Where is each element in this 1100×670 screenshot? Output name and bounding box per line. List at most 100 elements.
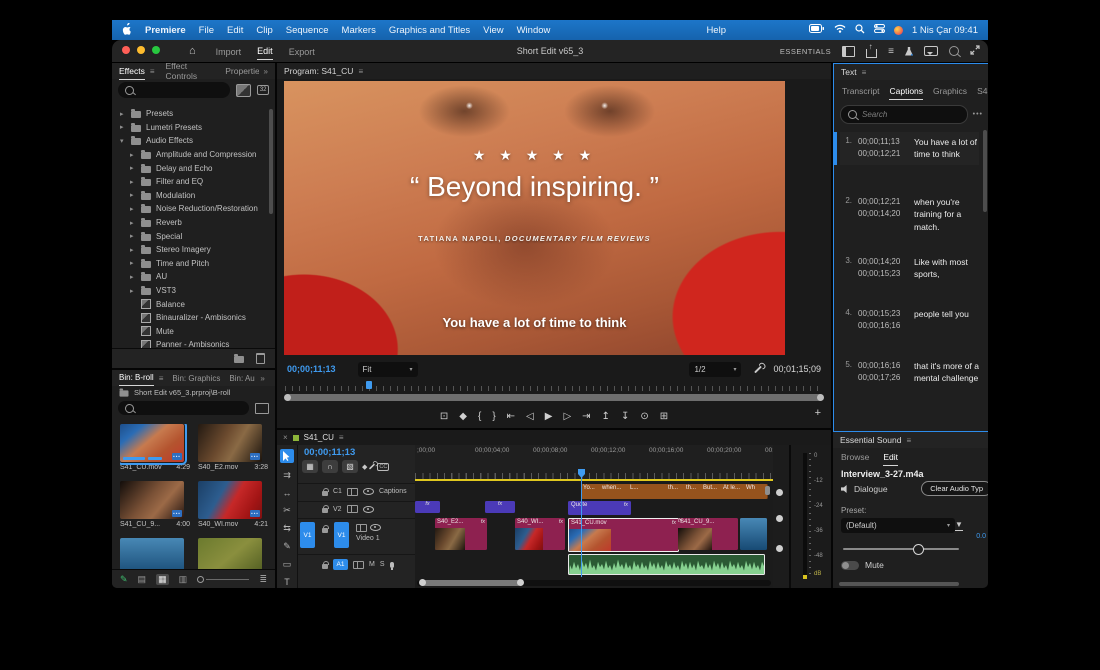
battery-icon[interactable] <box>808 24 825 36</box>
step-back-icon[interactable]: ◁ <box>526 411 534 422</box>
caption-row-2[interactable]: 2. 00;00;12;21 00;00;14;20 when you're tr… <box>840 196 979 233</box>
track-resize-handle[interactable] <box>776 545 783 552</box>
track-select-tool[interactable]: ⇉ <box>283 470 291 481</box>
menu-markers[interactable]: Markers <box>342 25 376 36</box>
menu-edit[interactable]: Edit <box>227 25 243 36</box>
graphic-clip[interactable]: fx <box>485 501 515 513</box>
program-video-frame[interactable]: ★ ★ ★ ★ ★ “ Beyond inspiring. ” TATIANA … <box>284 81 785 355</box>
track-resize-handle[interactable] <box>776 515 783 522</box>
more-options-icon[interactable]: ••• <box>973 111 983 118</box>
comments-icon[interactable] <box>924 46 938 56</box>
menu-window[interactable]: Window <box>517 25 551 36</box>
close-sequence-icon[interactable]: × <box>283 433 288 442</box>
sequence-tab[interactable]: S41_CU <box>304 433 334 442</box>
32bit-effects-icon[interactable]: 32 <box>257 85 269 95</box>
track-visibility-icon[interactable] <box>362 488 374 495</box>
button-editor-plus-icon[interactable]: + <box>815 407 821 419</box>
tab-bin-broll[interactable]: Bin: B-roll <box>119 370 154 386</box>
menu-sequence[interactable]: Sequence <box>286 25 329 36</box>
filmstrip-view-icon[interactable]: ▥ <box>179 574 188 585</box>
tab-s4-truncated[interactable]: S4 <box>977 83 987 99</box>
add-marker-icon[interactable]: ◆ <box>362 463 367 471</box>
timeline-playhead[interactable] <box>578 469 585 577</box>
effects-scrollbar[interactable] <box>269 109 273 214</box>
program-scrollbar[interactable] <box>284 394 824 401</box>
preset-dropdown[interactable]: (Default) ▾ <box>841 518 955 533</box>
tab-effects[interactable]: Effects <box>119 63 145 80</box>
tab-bin-graphics[interactable]: Bin: Graphics <box>172 371 220 386</box>
source-patch-v1[interactable]: V1 <box>300 522 315 548</box>
accelerated-effects-icon[interactable] <box>236 83 252 97</box>
timeline-panel-menu-icon[interactable]: ≡ <box>339 433 344 442</box>
ripple-edit-tool[interactable]: ↔ <box>283 488 292 498</box>
caption-row-3[interactable]: 3. 00;00;14;20 00;00;15;23 Like with most… <box>840 256 979 281</box>
save-preset-icon[interactable]: ▼ <box>955 520 963 531</box>
tree-item-au[interactable]: ▸ AU <box>112 270 275 284</box>
timeline-timecode[interactable]: 00;00;11;13 <box>298 445 416 458</box>
text-panel-menu-icon[interactable]: ≡ <box>862 68 867 77</box>
menu-help[interactable]: Help <box>706 25 726 36</box>
tab-graphics[interactable]: Graphics <box>933 83 967 99</box>
icon-view-icon[interactable]: ▦ <box>156 574 169 585</box>
caption-track-handle[interactable] <box>765 486 770 495</box>
share-icon[interactable] <box>866 42 878 58</box>
slider-knob[interactable] <box>913 544 924 555</box>
tree-item-audio-effects[interactable]: ▾ Audio Effects <box>112 134 275 148</box>
menu-clip[interactable]: Clip <box>256 25 272 36</box>
status-app-icon[interactable] <box>893 25 903 35</box>
menu-file[interactable]: File <box>199 25 214 36</box>
fit-dropdown[interactable]: Fit ▾ <box>357 361 418 377</box>
sync-lock-icon[interactable] <box>356 524 367 532</box>
add-marker-icon[interactable]: ◆ <box>459 411 467 422</box>
bin-clip-3[interactable]: ••• S41_CU_9... 4:00 <box>120 481 190 528</box>
bin-search-input[interactable] <box>118 401 249 415</box>
export-frame-icon[interactable]: ⊙ <box>640 411 648 422</box>
settings-wrench-icon[interactable] <box>754 365 763 373</box>
video-clip[interactable]: S40_E2... fx <box>435 518 487 550</box>
close-window-button[interactable] <box>122 46 137 56</box>
bin-clip-1[interactable]: ••• S41_CU.mov 4:29 <box>120 424 190 471</box>
mute-toggle[interactable] <box>841 560 859 570</box>
slip-tool[interactable]: ⇆ <box>283 523 291 534</box>
list-view-icon[interactable]: ▤ <box>138 574 147 585</box>
menubar-clock[interactable]: 1 Nis Çar 09:41 <box>912 25 978 36</box>
go-to-out-icon[interactable]: ⇥ <box>582 411 590 422</box>
mute-track-button[interactable]: M <box>369 561 375 568</box>
bin-clip-2[interactable]: ••• S40_E2.mov 3:28 <box>198 424 268 471</box>
lock-icon[interactable] <box>322 487 329 496</box>
program-timecode[interactable]: 00;00;11;13 <box>287 364 336 374</box>
tree-item-presets[interactable]: ▸ Presets <box>112 107 275 121</box>
track-target-a1[interactable]: A1 <box>333 559 348 570</box>
timeline-lanes[interactable]: ;00;00 00;00;04;00 00;00;08;00 00;00;12;… <box>415 445 773 588</box>
intensity-slider[interactable] <box>843 544 959 555</box>
track-target-v1[interactable]: V1 <box>334 522 349 548</box>
track-visibility-icon[interactable] <box>362 505 374 513</box>
captions-settings-icon[interactable]: CC <box>377 462 390 471</box>
linked-selection-toggle-icon[interactable]: ▧ <box>342 460 358 473</box>
apple-logo-icon[interactable] <box>122 22 132 38</box>
tree-item-time-pitch[interactable]: ▸ Time and Pitch <box>112 257 275 271</box>
essential-sound-menu-icon[interactable]: ≡ <box>906 436 911 445</box>
tab-edit[interactable]: Edit <box>883 449 898 466</box>
wifi-icon[interactable] <box>834 24 846 36</box>
tab-effect-controls[interactable]: Effect Controls <box>166 63 215 84</box>
video-clip-selected[interactable]: S41_CU.mov fx <box>568 518 679 552</box>
lock-icon[interactable] <box>322 525 329 533</box>
quick-search-icon[interactable] <box>949 46 959 56</box>
spotlight-icon[interactable] <box>855 23 865 37</box>
sync-lock-icon[interactable] <box>346 487 358 496</box>
tree-item-filter-eq[interactable]: ▸ Filter and EQ <box>112 175 275 189</box>
sort-menu-icon[interactable]: ≣ <box>259 574 267 585</box>
workspace-label[interactable]: ESSENTIALS <box>780 47 831 56</box>
control-center-icon[interactable] <box>873 24 885 36</box>
clear-audio-type-button[interactable]: Clear Audio Typ <box>921 481 988 496</box>
snap-toggle-icon[interactable]: ∩ <box>322 460 338 473</box>
extract-icon[interactable]: ↧ <box>621 411 629 422</box>
bin-clip-4[interactable]: ••• S40_WI.mov 4:21 <box>198 481 268 528</box>
track-resize-handle[interactable] <box>776 489 783 496</box>
video-clip-partial[interactable] <box>740 518 767 550</box>
type-tool[interactable]: T <box>284 577 290 587</box>
captions-scrollbar[interactable] <box>983 130 987 212</box>
tab-transcript[interactable]: Transcript <box>842 83 879 99</box>
track-visibility-icon[interactable] <box>370 524 381 531</box>
